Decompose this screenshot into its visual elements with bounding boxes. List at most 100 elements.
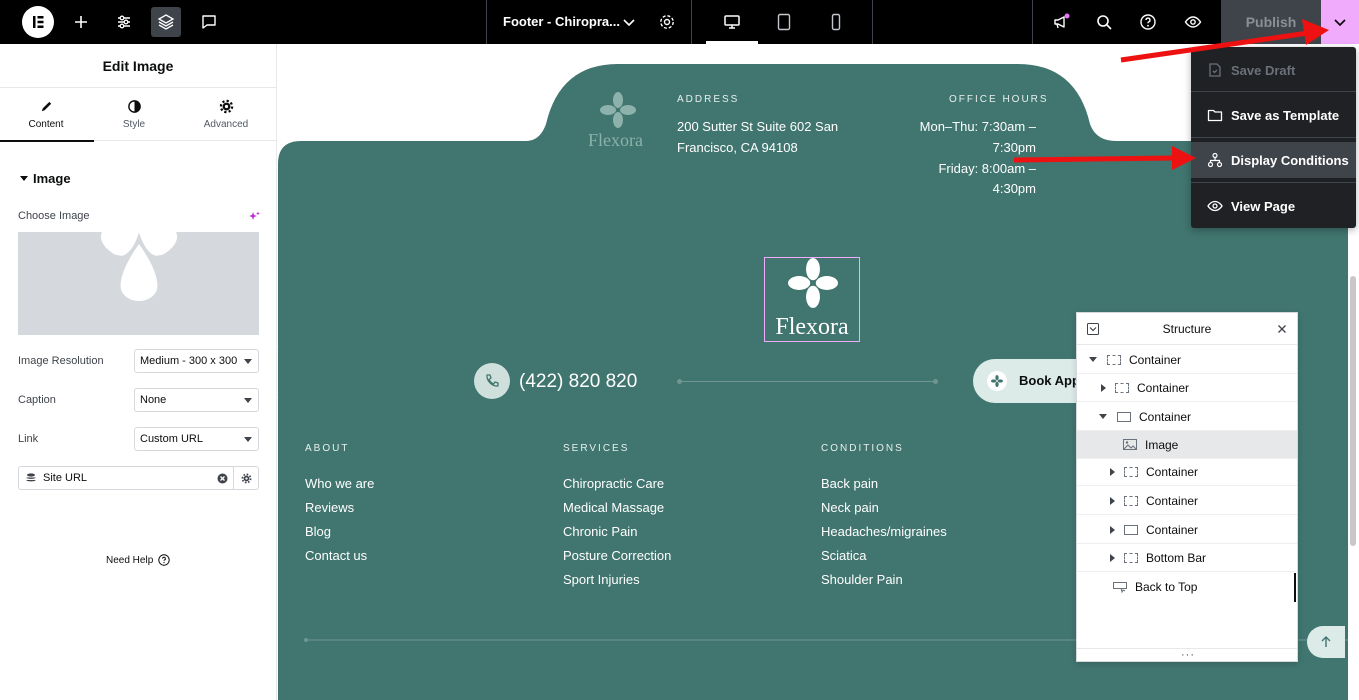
- footer-link[interactable]: Who we are: [305, 476, 374, 491]
- edit-panel: Edit Image Content Style Advanced Image …: [0, 44, 277, 700]
- save-draft-menu-item[interactable]: Save Draft: [1191, 52, 1356, 88]
- footer-link[interactable]: Chronic Pain: [563, 524, 637, 539]
- footer-link[interactable]: Headaches/migraines: [821, 524, 947, 539]
- add-element-button[interactable]: [66, 7, 96, 37]
- mobile-view-button[interactable]: [810, 0, 862, 44]
- address-title: ADDRESS: [677, 94, 740, 105]
- image-resolution-select[interactable]: Medium - 300 x 300: [134, 349, 259, 373]
- footer-link[interactable]: Chiropractic Care: [563, 476, 664, 491]
- brand-name-large: Flexora: [775, 314, 849, 340]
- save-draft-icon: [1209, 63, 1221, 77]
- tab-style[interactable]: Style: [88, 88, 180, 141]
- container-icon: [1124, 495, 1138, 506]
- document-title[interactable]: Footer - Chiropra...: [503, 14, 620, 29]
- collapse-all-icon[interactable]: [1087, 323, 1099, 335]
- close-icon[interactable]: [1277, 324, 1287, 334]
- footer-link[interactable]: Posture Correction: [563, 548, 671, 563]
- publish-button[interactable]: Publish: [1221, 0, 1321, 44]
- tab-label: Advanced: [203, 119, 249, 130]
- divider-line: [679, 381, 935, 382]
- caret-right-icon[interactable]: [1101, 383, 1106, 392]
- caret-right-icon[interactable]: [1110, 525, 1115, 534]
- need-help-link[interactable]: Need Help: [106, 554, 170, 566]
- caret-right-icon[interactable]: [1110, 496, 1115, 505]
- footer-link[interactable]: Blog: [305, 524, 331, 539]
- publish-options-button[interactable]: [1321, 0, 1359, 44]
- widget-icon: [1113, 581, 1127, 593]
- help-button[interactable]: [1133, 7, 1163, 37]
- footer-link[interactable]: Sciatica: [821, 548, 867, 563]
- structure-row[interactable]: Container: [1077, 403, 1297, 431]
- hours-line-3: Friday: 8:00am –: [938, 161, 1036, 176]
- structure-row[interactable]: Container: [1077, 346, 1297, 374]
- url-settings-button[interactable]: [233, 466, 259, 490]
- structure-row-selected[interactable]: Image: [1077, 431, 1297, 459]
- phone-number[interactable]: (422) 820 820: [519, 371, 637, 393]
- brand-name-small: Flexora: [588, 130, 643, 150]
- megaphone-icon: [1054, 13, 1070, 29]
- drag-handle-icon[interactable]: ···: [1181, 649, 1195, 661]
- chevron-down-icon: [623, 19, 635, 27]
- tablet-view-button[interactable]: [758, 0, 810, 44]
- footer-link[interactable]: Back pain: [821, 476, 878, 491]
- choose-image-label: Choose Image: [18, 210, 90, 222]
- link-select[interactable]: Custom URL: [134, 427, 259, 451]
- phone-icon: [474, 363, 510, 399]
- resize-handle[interactable]: [1294, 573, 1296, 602]
- caret-right-icon[interactable]: [1110, 467, 1115, 476]
- document-menu-button[interactable]: [614, 7, 644, 37]
- book-button-label: Book App: [1019, 373, 1080, 388]
- sitemap-icon: [1207, 152, 1223, 168]
- image-section-toggle[interactable]: Image: [20, 171, 71, 186]
- footer-link[interactable]: Sport Injuries: [563, 572, 640, 587]
- structure-row[interactable]: Bottom Bar: [1077, 544, 1297, 572]
- search-button[interactable]: [1089, 7, 1119, 37]
- caret-down-icon[interactable]: [1089, 357, 1097, 362]
- notes-button[interactable]: [194, 7, 224, 37]
- structure-row-label: Container: [1129, 352, 1182, 367]
- footer-link[interactable]: Contact us: [305, 548, 367, 563]
- caption-select[interactable]: None: [134, 388, 259, 412]
- elementor-logo-icon[interactable]: [22, 6, 54, 38]
- preview-button[interactable]: [1178, 7, 1208, 37]
- eye-icon: [1207, 200, 1223, 212]
- divider-dot: [677, 379, 682, 384]
- caret-down-icon: [20, 176, 28, 181]
- tab-advanced[interactable]: Advanced: [180, 88, 272, 141]
- page-settings-button[interactable]: [652, 7, 682, 37]
- structure-row[interactable]: Container: [1077, 374, 1297, 402]
- structure-row[interactable]: Container: [1077, 487, 1297, 515]
- back-to-top-button[interactable]: [1307, 626, 1345, 658]
- scrollbar-thumb[interactable]: [1350, 276, 1356, 546]
- caret-right-icon[interactable]: [1110, 553, 1115, 562]
- about-title: ABOUT: [305, 443, 350, 454]
- desktop-view-button[interactable]: [706, 0, 758, 44]
- conditions-title: CONDITIONS: [821, 443, 904, 454]
- link-label: Link: [18, 433, 39, 445]
- view-page-menu-item[interactable]: View Page: [1191, 188, 1356, 224]
- save-as-template-menu-item[interactable]: Save as Template: [1191, 97, 1356, 133]
- footer-link[interactable]: Shoulder Pain: [821, 572, 903, 587]
- structure-row[interactable]: Container: [1077, 516, 1297, 544]
- image-chooser[interactable]: [18, 232, 259, 335]
- structure-row[interactable]: Container: [1077, 458, 1297, 486]
- clear-circle-icon[interactable]: [217, 473, 228, 484]
- comments-icon: [202, 15, 216, 29]
- footer-link[interactable]: Reviews: [305, 500, 354, 515]
- footer-link[interactable]: Medical Massage: [563, 500, 664, 515]
- site-settings-button[interactable]: [109, 7, 139, 37]
- footer-link[interactable]: Neck pain: [821, 500, 879, 515]
- structure-row[interactable]: Back to Top: [1077, 573, 1297, 601]
- caret-down-icon[interactable]: [1099, 414, 1107, 419]
- container-icon: [1117, 411, 1131, 422]
- selected-image-widget[interactable]: Flexora: [764, 257, 860, 342]
- search-icon: [1097, 15, 1112, 30]
- url-input[interactable]: Site URL: [18, 466, 234, 490]
- tab-content[interactable]: Content: [0, 88, 94, 142]
- ai-sparkle-icon[interactable]: [248, 210, 260, 228]
- structure-button[interactable]: [151, 7, 181, 37]
- whats-new-button[interactable]: [1046, 7, 1076, 37]
- structure-header: Structure: [1077, 313, 1297, 345]
- caption-label: Caption: [18, 394, 56, 406]
- display-conditions-menu-item[interactable]: Display Conditions: [1191, 142, 1356, 178]
